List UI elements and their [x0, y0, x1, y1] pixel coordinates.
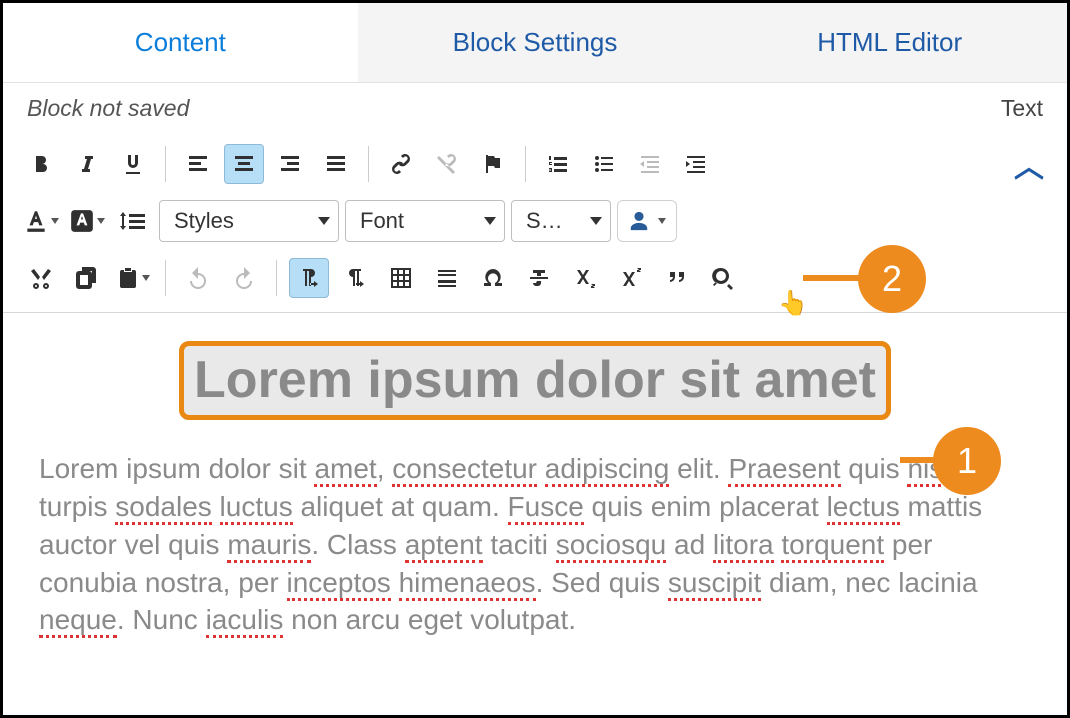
styles-dropdown[interactable]: Styles [159, 200, 339, 242]
indent-button[interactable] [676, 144, 716, 184]
line-height-button[interactable] [113, 201, 153, 241]
annotation-connector [803, 275, 863, 281]
annotation-badge-1: 1 [933, 427, 1001, 495]
body-paragraph[interactable]: Lorem ipsum dolor sit amet, consectetur … [39, 450, 1031, 639]
tab-block-settings[interactable]: Block Settings [358, 3, 713, 82]
styles-label: Styles [174, 208, 234, 234]
font-label: Font [360, 208, 404, 234]
outdent-button[interactable] [630, 144, 670, 184]
caret-down-icon [142, 275, 150, 281]
align-justify-button[interactable] [316, 144, 356, 184]
toolbar-row-1: ︿ [21, 136, 1049, 192]
caret-down-icon [318, 217, 330, 225]
copy-button[interactable] [67, 258, 107, 298]
numbered-list-button[interactable] [538, 144, 578, 184]
editor-frame: Content Block Settings HTML Editor Block… [0, 0, 1070, 718]
block-type-label: Text [1001, 95, 1043, 122]
strikethrough-button[interactable] [519, 258, 559, 298]
tab-bar: Content Block Settings HTML Editor [3, 3, 1067, 83]
special-char-button[interactable] [473, 258, 513, 298]
tab-html-editor[interactable]: HTML Editor [712, 3, 1067, 82]
unlink-button[interactable] [427, 144, 467, 184]
find-button[interactable] [703, 258, 743, 298]
align-left-button[interactable] [178, 144, 218, 184]
flag-button[interactable] [473, 144, 513, 184]
annotation-badge-2: 2 [858, 245, 926, 313]
collapse-toolbar-button[interactable]: ︿ [1009, 144, 1049, 184]
separator [525, 146, 526, 182]
status-bar: Block not saved Text [3, 83, 1067, 130]
undo-button[interactable] [178, 258, 218, 298]
heading-highlight-box: Lorem ipsum dolor sit amet [179, 341, 891, 420]
content-area[interactable]: Lorem ipsum dolor sit amet Lorem ipsum d… [3, 312, 1067, 639]
text-color-button[interactable] [21, 201, 61, 241]
size-label: S… [526, 208, 563, 234]
link-button[interactable] [381, 144, 421, 184]
separator [368, 146, 369, 182]
align-center-button[interactable] [224, 144, 264, 184]
horizontal-rule-button[interactable] [427, 258, 467, 298]
save-status: Block not saved [27, 95, 189, 122]
subscript-button[interactable] [565, 258, 605, 298]
person-icon [628, 210, 650, 232]
separator [165, 260, 166, 296]
redo-button[interactable] [224, 258, 264, 298]
ltr-button[interactable] [289, 258, 329, 298]
toolbar-row-2: Styles Font S… [21, 192, 1049, 250]
personalization-button[interactable] [617, 200, 677, 242]
cursor-hand-icon: 👆 [778, 289, 808, 318]
italic-button[interactable] [67, 144, 107, 184]
caret-down-icon [484, 217, 496, 225]
heading-text[interactable]: Lorem ipsum dolor sit amet [194, 351, 876, 409]
cut-button[interactable] [21, 258, 61, 298]
caret-down-icon [51, 218, 59, 224]
separator [165, 146, 166, 182]
paste-button[interactable] [113, 258, 153, 298]
caret-down-icon [590, 217, 602, 225]
separator [276, 260, 277, 296]
font-size-dropdown[interactable]: S… [511, 200, 611, 242]
font-dropdown[interactable]: Font [345, 200, 505, 242]
underline-button[interactable] [113, 144, 153, 184]
caret-down-icon [97, 218, 105, 224]
background-color-button[interactable] [67, 201, 107, 241]
table-button[interactable] [381, 258, 421, 298]
align-right-button[interactable] [270, 144, 310, 184]
chevron-up-icon: ︿ [1014, 142, 1044, 186]
tab-content[interactable]: Content [3, 3, 358, 82]
blockquote-button[interactable] [657, 258, 697, 298]
caret-down-icon [658, 218, 666, 224]
bold-button[interactable] [21, 144, 61, 184]
rtl-button[interactable] [335, 258, 375, 298]
bullet-list-button[interactable] [584, 144, 624, 184]
superscript-button[interactable] [611, 258, 651, 298]
